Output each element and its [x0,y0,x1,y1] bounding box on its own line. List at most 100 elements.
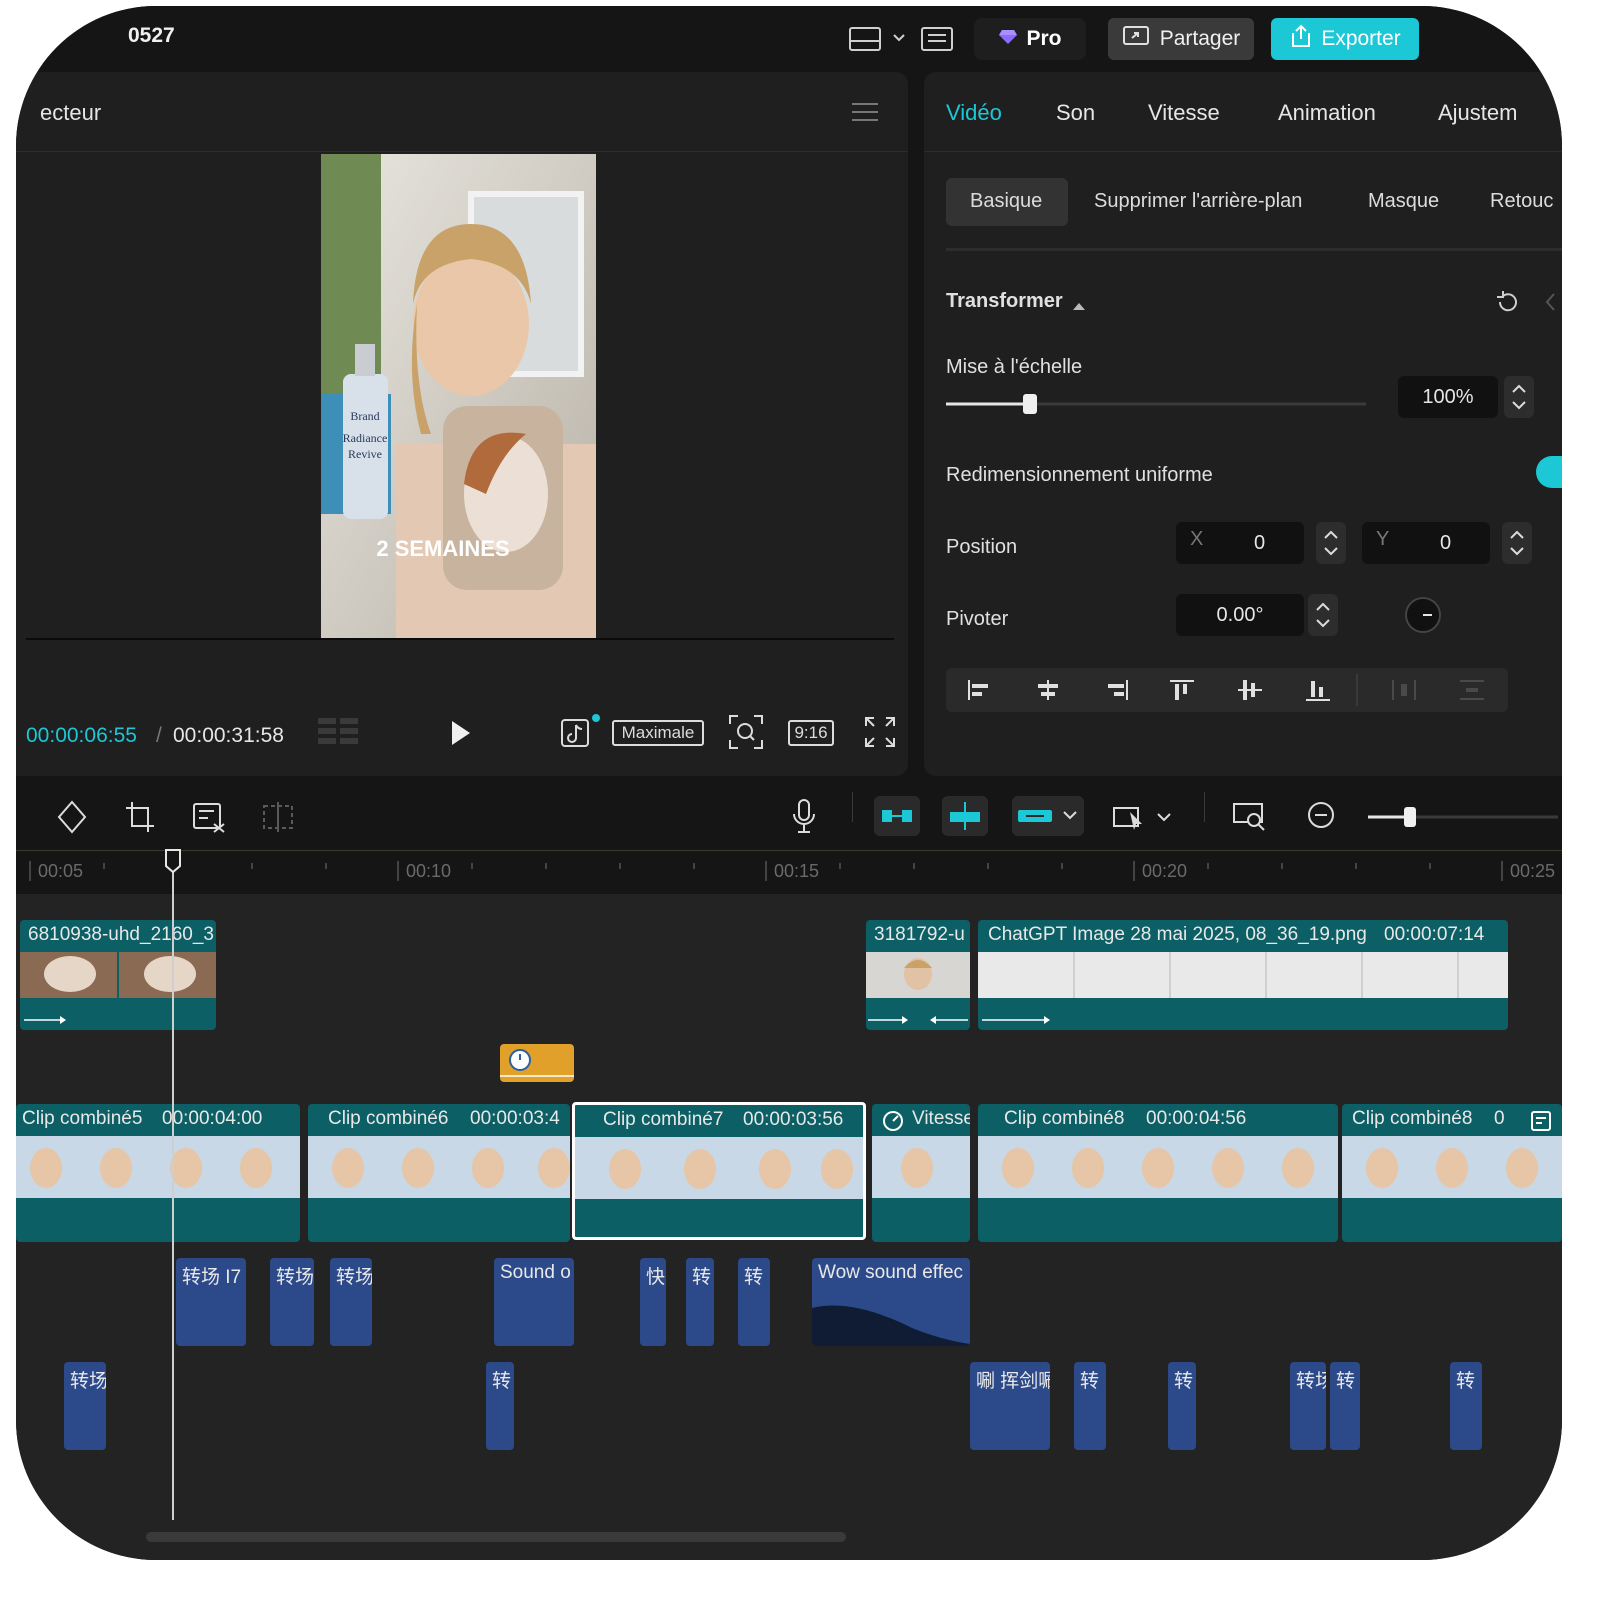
align-bottom-icon[interactable] [1304,678,1332,707]
align-middle-icon[interactable] [1236,678,1264,707]
audio-clip[interactable]: Wow sound effec [812,1258,970,1346]
overlay-clip[interactable]: 6810938-uhd_2160_3 [20,920,216,1030]
distribute-h-icon[interactable] [1390,678,1418,707]
preview-zoom-icon[interactable] [1232,800,1268,837]
audio-clip[interactable]: 转场 [1290,1362,1326,1450]
subtab-basique[interactable]: Basique [970,190,1042,213]
keyboard-icon[interactable] [920,24,956,54]
tab-son[interactable]: Son [1056,100,1095,126]
scale-stepper[interactable] [1504,376,1534,418]
reset-icon[interactable] [1494,288,1522,321]
share-button[interactable]: Partager [1108,18,1254,60]
scale-slider[interactable] [946,392,1366,416]
align-top-icon[interactable] [1168,678,1196,707]
main-clip[interactable]: Clip combiné5 00:00:04:00 [16,1104,300,1242]
overlay-image-clip[interactable]: ChatGPT Image 28 mai 2025, 08_36_19.png … [978,920,1508,1030]
distribute-v-icon[interactable] [1458,678,1486,707]
audio-clip[interactable]: 转 [1168,1362,1196,1450]
rotate-input[interactable]: 0.00° [1176,594,1304,636]
audio-clip[interactable]: 转 [1330,1362,1360,1450]
link-clips-button[interactable] [1012,796,1084,836]
audio-clip[interactable]: 转 [486,1362,514,1450]
position-x-stepper[interactable] [1316,522,1346,564]
align-right-icon[interactable] [1102,678,1130,707]
ruler-tick: 00:25 [1510,861,1556,881]
main-clip[interactable]: Clip combiné8 00:00:04:56 [978,1104,1338,1242]
export-button[interactable]: Exporter [1271,18,1419,60]
main-clip[interactable]: Clip combiné8 0 [1342,1104,1562,1242]
audio-clip[interactable]: 快 [640,1258,666,1346]
zoom-fit-icon[interactable] [728,714,764,755]
playhead[interactable] [172,854,174,1520]
audio-clip[interactable]: 转场 [64,1362,106,1450]
main-clip[interactable]: Clip combiné6 00:00:03:4 [308,1104,570,1242]
speed-clip[interactable]: Vitesse [872,1104,970,1242]
tab-video[interactable]: Vidéo [946,100,1002,126]
pro-button[interactable]: Pro [974,18,1086,60]
audio-clip[interactable]: 转 [1074,1362,1106,1450]
position-y-field[interactable]: Y 0 [1362,522,1490,564]
position-x-field[interactable]: X 0 [1176,522,1304,564]
overlay-clip[interactable]: 3181792-u [866,920,970,1030]
audio-clip[interactable]: Sound o [494,1258,574,1346]
subtab-remove-bg[interactable]: Supprimer l'arrière-plan [1094,190,1302,213]
subtab-retouche[interactable]: Retouc [1490,190,1553,213]
tiktok-icon[interactable] [560,714,600,755]
audio-clip-title: 转场 I7 [182,1267,242,1288]
chevron-left-icon[interactable] [1544,292,1556,317]
progress-bar[interactable] [26,638,894,640]
aspect-ratio-button[interactable]: 9:16 [788,720,834,746]
snap-button[interactable] [942,796,988,836]
align-center-h-icon[interactable] [1034,678,1062,707]
zoom-out-icon[interactable] [1306,800,1338,837]
bottle-label-2: Radiance [343,431,388,445]
select-tool-icon[interactable] [1112,800,1176,839]
scale-input[interactable]: 100% [1398,376,1498,418]
crop-icon[interactable] [124,800,156,839]
clip-thumbnails [978,952,1508,998]
diamond-icon [998,27,1018,51]
tab-animation[interactable]: Animation [1278,100,1376,126]
split-icon[interactable] [262,800,296,839]
audio-clip[interactable]: 转场 [330,1258,372,1346]
audio-clip[interactable]: 转场 [270,1258,314,1346]
playhead-handle[interactable] [164,848,182,879]
rotate-stepper[interactable] [1308,594,1338,636]
audio-clip-title: 转 [1174,1371,1194,1392]
collapse-caret-icon[interactable] [1072,298,1086,316]
ruler-tick: 00:05 [38,861,84,881]
quality-button[interactable]: Maximale [612,720,704,746]
subtab-divider [946,248,1562,251]
edit-text-icon[interactable] [192,800,226,839]
audio-clip[interactable]: 唰 挥剑唰 [970,1362,1050,1450]
rotation-dial-icon[interactable] [1404,596,1442,639]
audio-clip[interactable]: 转场 I7 [176,1258,246,1346]
audio-clip[interactable]: 转 [1450,1362,1482,1450]
timeline-scrollbar[interactable] [146,1532,846,1542]
play-icon[interactable] [448,718,474,753]
tab-vitesse[interactable]: Vitesse [1148,100,1220,126]
fullscreen-icon[interactable] [864,716,896,753]
project-title: 0527 [128,24,175,47]
zoom-slider[interactable] [1368,806,1558,828]
video-preview[interactable]: Brand Radiance Revive 2 SEMAINES [321,154,596,638]
uniform-toggle[interactable] [1536,456,1562,488]
menu-icon[interactable] [852,102,878,122]
audio-clip[interactable]: 转 [686,1258,714,1346]
timeline-ruler[interactable]: 00:05 00:10 00:15 00:20 00:25 [16,850,1562,894]
tab-ajustement[interactable]: Ajustem [1438,100,1517,126]
align-left-icon[interactable] [966,678,994,707]
microphone-icon[interactable] [790,798,818,841]
chevron-down-icon[interactable] [892,30,906,48]
subtab-masque[interactable]: Masque [1368,190,1439,213]
rotate-tool-icon[interactable] [56,800,88,839]
clip-duration: 00:00:04:56 [1146,1108,1247,1129]
magnet-link-button[interactable] [874,796,920,836]
layout-icon[interactable] [848,24,884,54]
audio-clip[interactable]: 转 [738,1258,770,1346]
grid-icon[interactable] [318,716,362,755]
main-clip-selected[interactable]: Clip combiné7 00:00:03:56 [572,1102,866,1240]
audio-clip-title: 转 [1336,1371,1356,1392]
position-y-stepper[interactable] [1502,522,1532,564]
sticker-clip[interactable] [500,1044,574,1082]
